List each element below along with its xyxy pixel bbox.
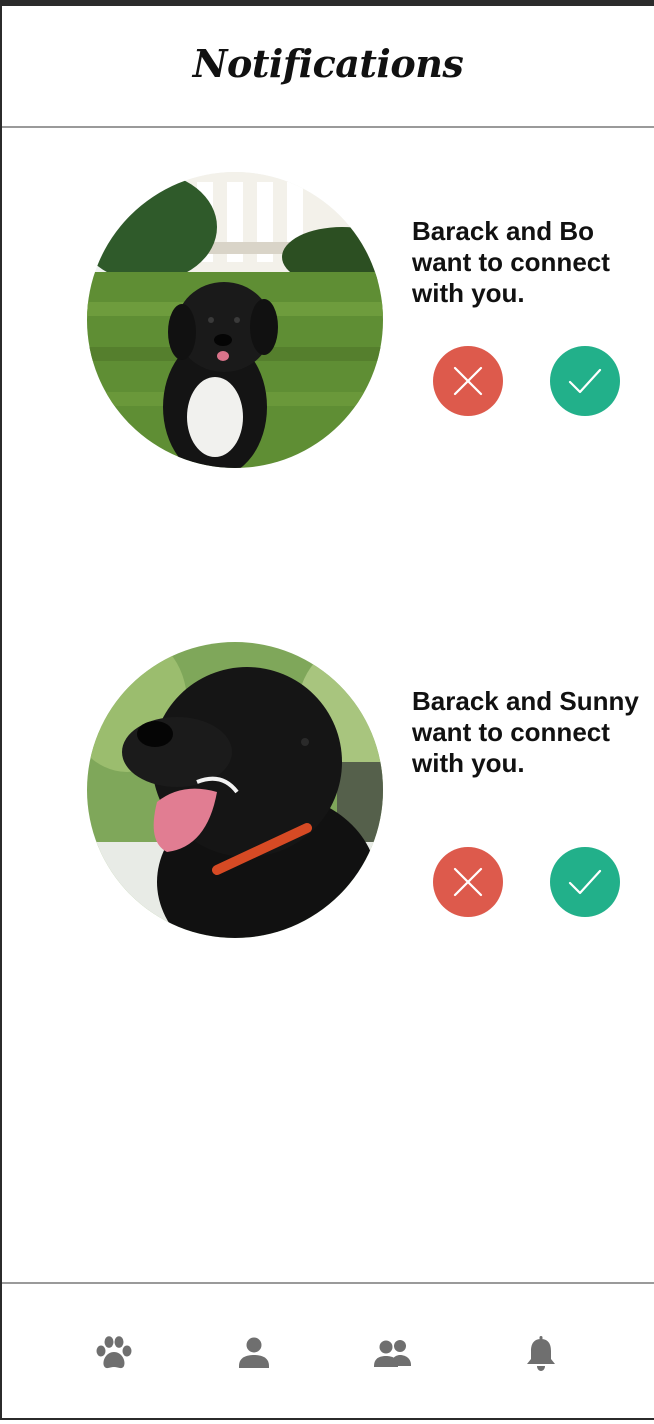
decline-button[interactable] — [433, 346, 503, 416]
dog-photo-sunny — [87, 642, 383, 938]
paw-icon — [96, 1336, 132, 1369]
app-screen: Notifications Barack and Bo want to conn… — [0, 0, 654, 1420]
people-icon — [374, 1340, 411, 1367]
decline-button[interactable] — [433, 847, 503, 917]
close-icon — [453, 366, 483, 396]
notification-item: Barack and Sunny want to connect with yo… — [2, 642, 654, 942]
tab-notifications[interactable] — [517, 1329, 565, 1377]
tab-friends[interactable] — [369, 1329, 417, 1377]
page-title: Notifications — [192, 40, 464, 86]
bell-icon — [527, 1336, 555, 1371]
check-icon — [568, 368, 602, 394]
notification-message: Barack and Sunny want to connect with yo… — [412, 686, 639, 778]
check-icon — [568, 869, 602, 895]
notification-item: Barack and Bo want to connect with you. — [2, 172, 654, 472]
accept-button[interactable] — [550, 346, 620, 416]
dog-photo-bo — [87, 172, 383, 468]
avatar[interactable] — [87, 642, 383, 938]
avatar[interactable] — [87, 172, 383, 468]
accept-button[interactable] — [550, 847, 620, 917]
tab-pets[interactable] — [90, 1329, 138, 1377]
tab-profile[interactable] — [230, 1329, 278, 1377]
header-bar: Notifications — [2, 6, 654, 128]
tab-bar — [2, 1282, 654, 1424]
notification-message: Barack and Bo want to connect with you. — [412, 216, 610, 308]
close-icon — [453, 867, 483, 897]
person-icon — [239, 1337, 269, 1368]
